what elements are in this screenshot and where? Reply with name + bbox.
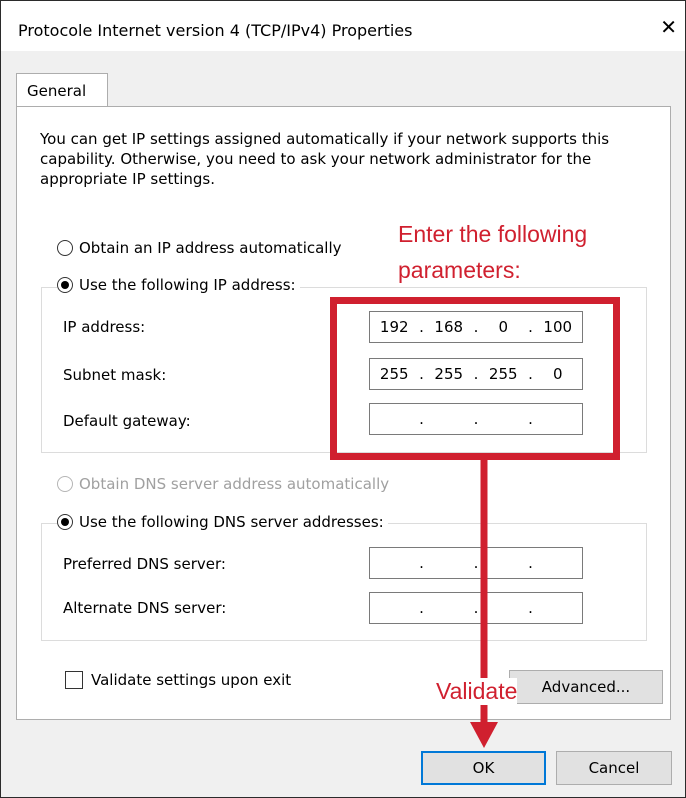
annotation-validate: Validate — [436, 678, 518, 705]
arrow-head — [470, 722, 498, 748]
annotation-enter: Enter the following — [398, 221, 588, 247]
annotation-arrow — [470, 460, 498, 748]
annotation-parameters: parameters: — [398, 257, 521, 283]
